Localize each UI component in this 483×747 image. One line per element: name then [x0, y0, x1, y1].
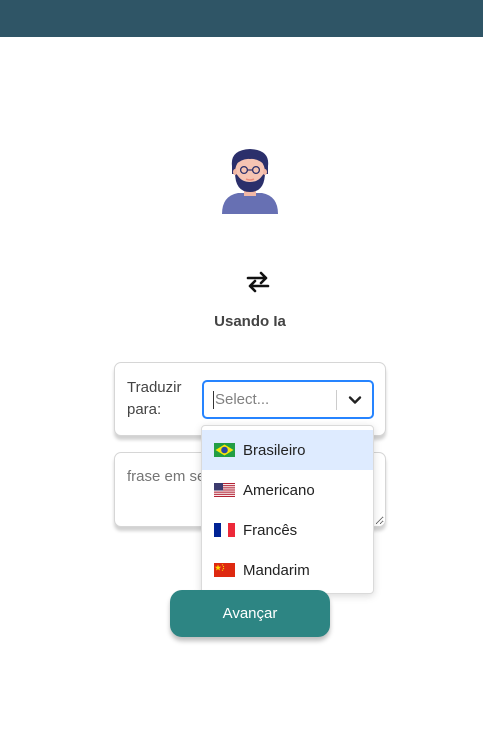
option-label: Americano [243, 481, 315, 499]
header-bar [0, 0, 483, 37]
option-brasileiro[interactable]: Brasileiro [202, 430, 373, 470]
option-americano[interactable]: Americano [202, 470, 373, 510]
chevron-down-icon[interactable] [347, 392, 363, 408]
select-placeholder: Select... [215, 391, 270, 408]
text-cursor [213, 391, 214, 409]
select-separator [336, 390, 337, 410]
submit-button[interactable]: Avançar [170, 590, 330, 637]
brazil-flag-icon [214, 443, 235, 457]
subtitle: Usando Ia [214, 313, 286, 330]
china-flag-icon [214, 563, 235, 577]
language-select[interactable]: Select... [202, 380, 374, 419]
translate-to-label: Traduzir para: [127, 379, 182, 418]
option-mandarim[interactable]: Mandarim [202, 550, 373, 590]
swap-arrows-icon[interactable] [244, 270, 272, 294]
france-flag-icon [214, 523, 235, 537]
usa-flag-icon [214, 483, 235, 497]
option-label: Francês [243, 521, 298, 539]
language-dropdown-menu: Brasileiro Americano Francês Mandarim [201, 425, 374, 594]
option-label: Mandarim [243, 561, 310, 579]
option-label: Brasileiro [243, 441, 306, 459]
bearded-man-avatar-icon [222, 149, 278, 214]
option-frances[interactable]: Francês [202, 510, 373, 550]
